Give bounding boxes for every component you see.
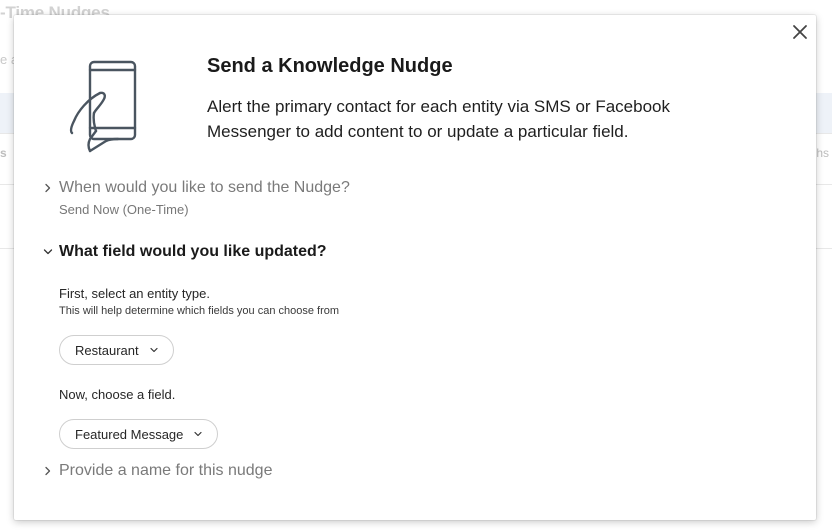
- entity-type-label: First, select an entity type.: [59, 286, 211, 301]
- knowledge-nudge-modal: Send a Knowledge Nudge Alert the primary…: [14, 15, 816, 520]
- name-section-label[interactable]: Provide a name for this nudge: [59, 462, 272, 480]
- background-tab-right: hs: [816, 146, 829, 160]
- chevron-down-icon: [194, 431, 203, 437]
- background-tab-left: s: [0, 146, 7, 160]
- close-button[interactable]: [790, 22, 810, 42]
- phone-hand-icon: [69, 60, 137, 153]
- when-section-value: Send Now (One-Time): [59, 202, 189, 217]
- entity-type-selected: Restaurant: [75, 342, 139, 358]
- field-section-label[interactable]: What field would you like updated?: [59, 243, 327, 261]
- entity-type-dropdown[interactable]: Restaurant: [59, 335, 174, 365]
- chevron-down-icon: [43, 249, 53, 255]
- chevron-right-icon: [45, 183, 51, 193]
- field-selected: Featured Message: [75, 426, 184, 442]
- close-icon: [793, 25, 807, 39]
- chevron-down-icon: [149, 347, 158, 353]
- when-section-label[interactable]: When would you like to send the Nudge?: [59, 179, 350, 197]
- field-dropdown[interactable]: Featured Message: [59, 419, 219, 449]
- chevron-right-icon: [45, 466, 51, 476]
- entity-type-hint: This will help determine which fields yo…: [59, 305, 340, 317]
- field-choice-label: Now, choose a field.: [59, 387, 176, 402]
- modal-title: Send a Knowledge Nudge: [207, 55, 453, 77]
- modal-description: Alert the primary contact for each entit…: [207, 97, 670, 141]
